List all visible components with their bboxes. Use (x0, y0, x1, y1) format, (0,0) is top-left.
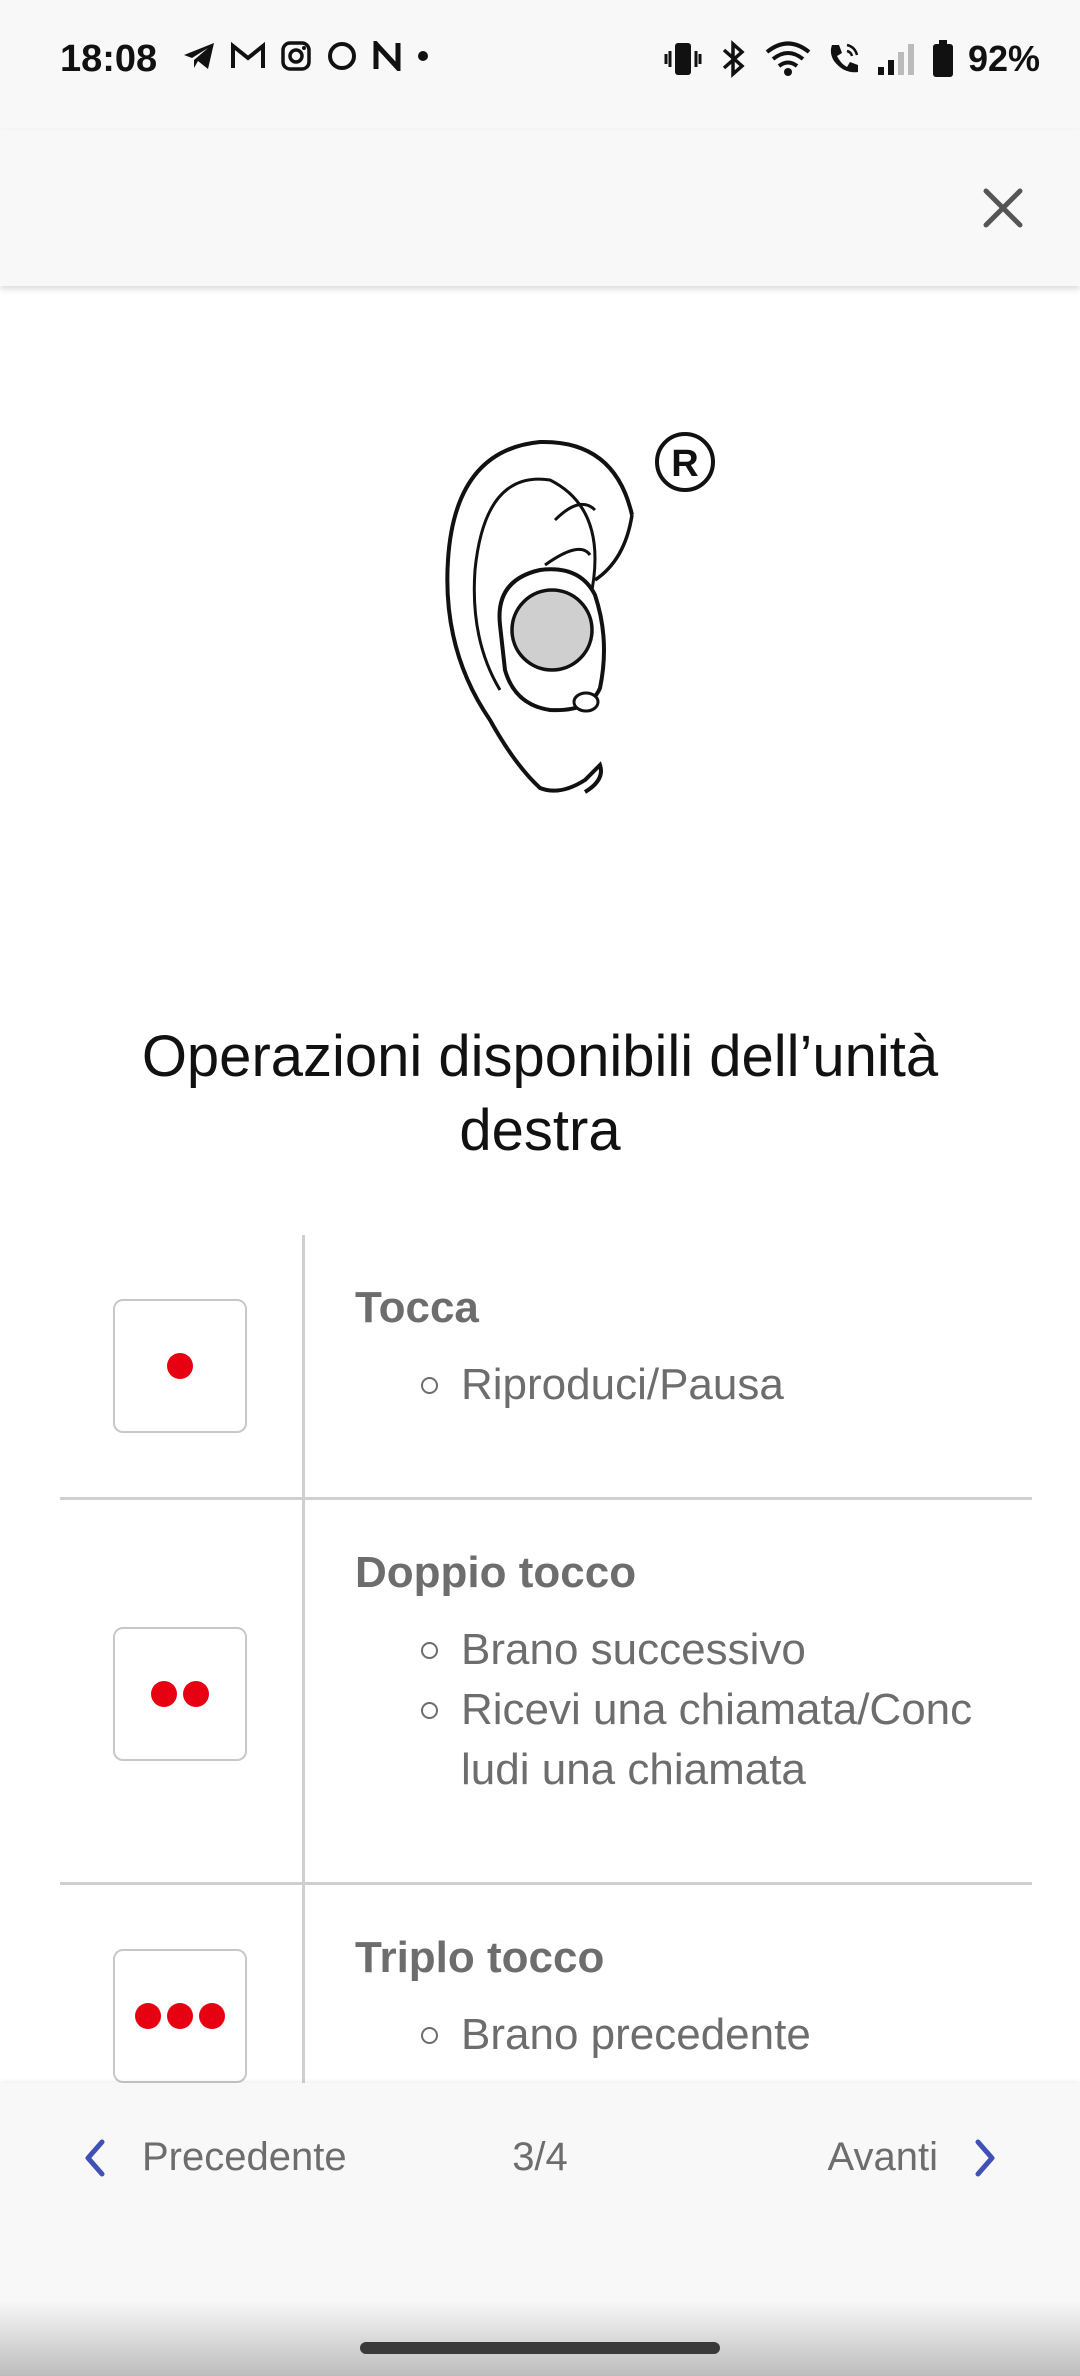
tap-indicator-cell (60, 1235, 305, 1497)
triple-tap-icon (113, 1949, 247, 2083)
operation-row-double-tap: Doppio tocco Brano successivo Ricevi una… (60, 1500, 1032, 1885)
status-time: 18:08 (60, 38, 158, 80)
app-bar (0, 130, 1080, 286)
battery-percentage: 92% (967, 38, 1040, 79)
next-label: Avanti (827, 2135, 938, 2179)
notification-icons (182, 40, 430, 72)
operation-title: Triplo tocco (355, 1933, 605, 1982)
bluetooth-icon (722, 40, 745, 78)
operation-description: Tocca Riproduci/Pausa (305, 1235, 1032, 1451)
battery-icon (932, 40, 953, 77)
gmail-icon (231, 42, 265, 68)
action-item: Brano precedente (421, 2005, 1032, 2065)
signal-icon (877, 44, 914, 75)
netflix-icon (373, 41, 401, 71)
wifi-icon (765, 41, 811, 76)
operations-table: Tocca Riproduci/Pausa Doppio tocco Brano… (60, 1235, 1032, 2145)
operation-title: Doppio tocco (355, 1548, 637, 1597)
tap-indicator-cell (60, 1500, 305, 1882)
action-list: Brano precedente (355, 2005, 1032, 2065)
chevron-right-icon (975, 2139, 995, 2176)
home-gesture-bar[interactable] (360, 2342, 720, 2354)
next-button[interactable]: Avanti (828, 2135, 1000, 2180)
action-list: Riproduci/Pausa (355, 1355, 1032, 1415)
tap-dot (135, 2003, 161, 2029)
tap-dot (183, 1681, 209, 1707)
status-bar: 18:08 92% (0, 0, 1080, 130)
operation-row-single-tap: Tocca Riproduci/Pausa (60, 1235, 1032, 1500)
operation-description: Doppio tocco Brano successivo Ricevi una… (305, 1500, 1032, 1836)
instagram-icon (281, 41, 311, 71)
vibrate-icon (664, 43, 702, 75)
single-tap-icon (113, 1299, 247, 1433)
tap-dot (167, 1353, 193, 1379)
system-icons: 92% (664, 38, 1040, 80)
telegram-icon (184, 43, 214, 69)
page-title: Operazioni disponibili dell’unità destra (141, 1024, 939, 1163)
action-item: Brano successivo (421, 1620, 981, 1680)
operation-title: Tocca (355, 1283, 479, 1332)
action-item: Riproduci/Pausa (421, 1355, 1032, 1415)
double-tap-icon (113, 1627, 247, 1761)
call-icon (830, 43, 859, 73)
right-earbud-illustration: R (430, 420, 730, 810)
tap-dot (151, 1681, 177, 1707)
threads-icon (328, 42, 356, 70)
close-button[interactable] (968, 173, 1038, 243)
action-list: Brano successivo Ricevi una chiamata/Con… (355, 1620, 981, 1800)
tap-dot (199, 2003, 225, 2029)
operation-description: Triplo tocco Brano precedente (305, 1885, 1032, 2101)
action-item: Ricevi una chiamata/Concludi una chiamat… (421, 1680, 981, 1800)
dot-icon (418, 51, 428, 61)
tap-dot (167, 2003, 193, 2029)
close-icon (983, 188, 1023, 228)
right-unit-badge: R (671, 443, 698, 485)
gesture-area (0, 2300, 1080, 2376)
